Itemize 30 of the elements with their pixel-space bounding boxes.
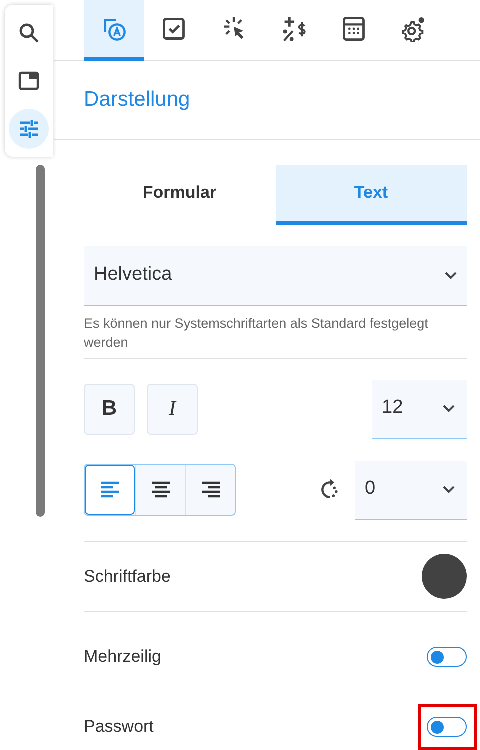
size-select[interactable]: 12 bbox=[372, 380, 467, 438]
select-value: 0 bbox=[365, 477, 376, 502]
gears-icon bbox=[401, 16, 427, 42]
rotate-icon bbox=[319, 479, 341, 501]
window-icon bbox=[17, 69, 41, 93]
select-value: Helvetica bbox=[94, 263, 172, 288]
color-swatch[interactable] bbox=[422, 554, 467, 599]
align-left-button[interactable] bbox=[85, 465, 135, 515]
scrollbar[interactable] bbox=[36, 165, 45, 517]
italic-button[interactable]: I bbox=[147, 384, 198, 434]
font-select[interactable]: Helvetica bbox=[84, 246, 467, 306]
section-title: Darstellung bbox=[84, 87, 190, 114]
hint-text: Es können nur Systemschriftarten als Standard festgelegt werden bbox=[84, 314, 467, 359]
bold-button[interactable]: B bbox=[84, 384, 135, 434]
toggle-switch[interactable] bbox=[427, 647, 467, 667]
rotation-select[interactable]: 0 bbox=[355, 460, 467, 520]
segment-tab[interactable]: Formular bbox=[84, 165, 276, 225]
chevron-down-icon bbox=[445, 272, 457, 280]
plus-percent-dollar-icon bbox=[281, 16, 307, 42]
search-icon bbox=[17, 21, 41, 45]
chevron-down-icon bbox=[443, 486, 455, 494]
checkbox-icon bbox=[161, 16, 187, 42]
toggle-switch[interactable] bbox=[427, 717, 467, 737]
select-value: 12 bbox=[382, 396, 404, 420]
calculator-icon bbox=[341, 16, 367, 42]
font-color-label: Schriftfarbe bbox=[84, 566, 171, 588]
chevron-down-icon bbox=[443, 404, 455, 412]
sliders-icon bbox=[17, 117, 41, 141]
toggle-label: Passwort bbox=[84, 716, 154, 738]
toggle-label: Mehrzeilig bbox=[84, 646, 162, 668]
